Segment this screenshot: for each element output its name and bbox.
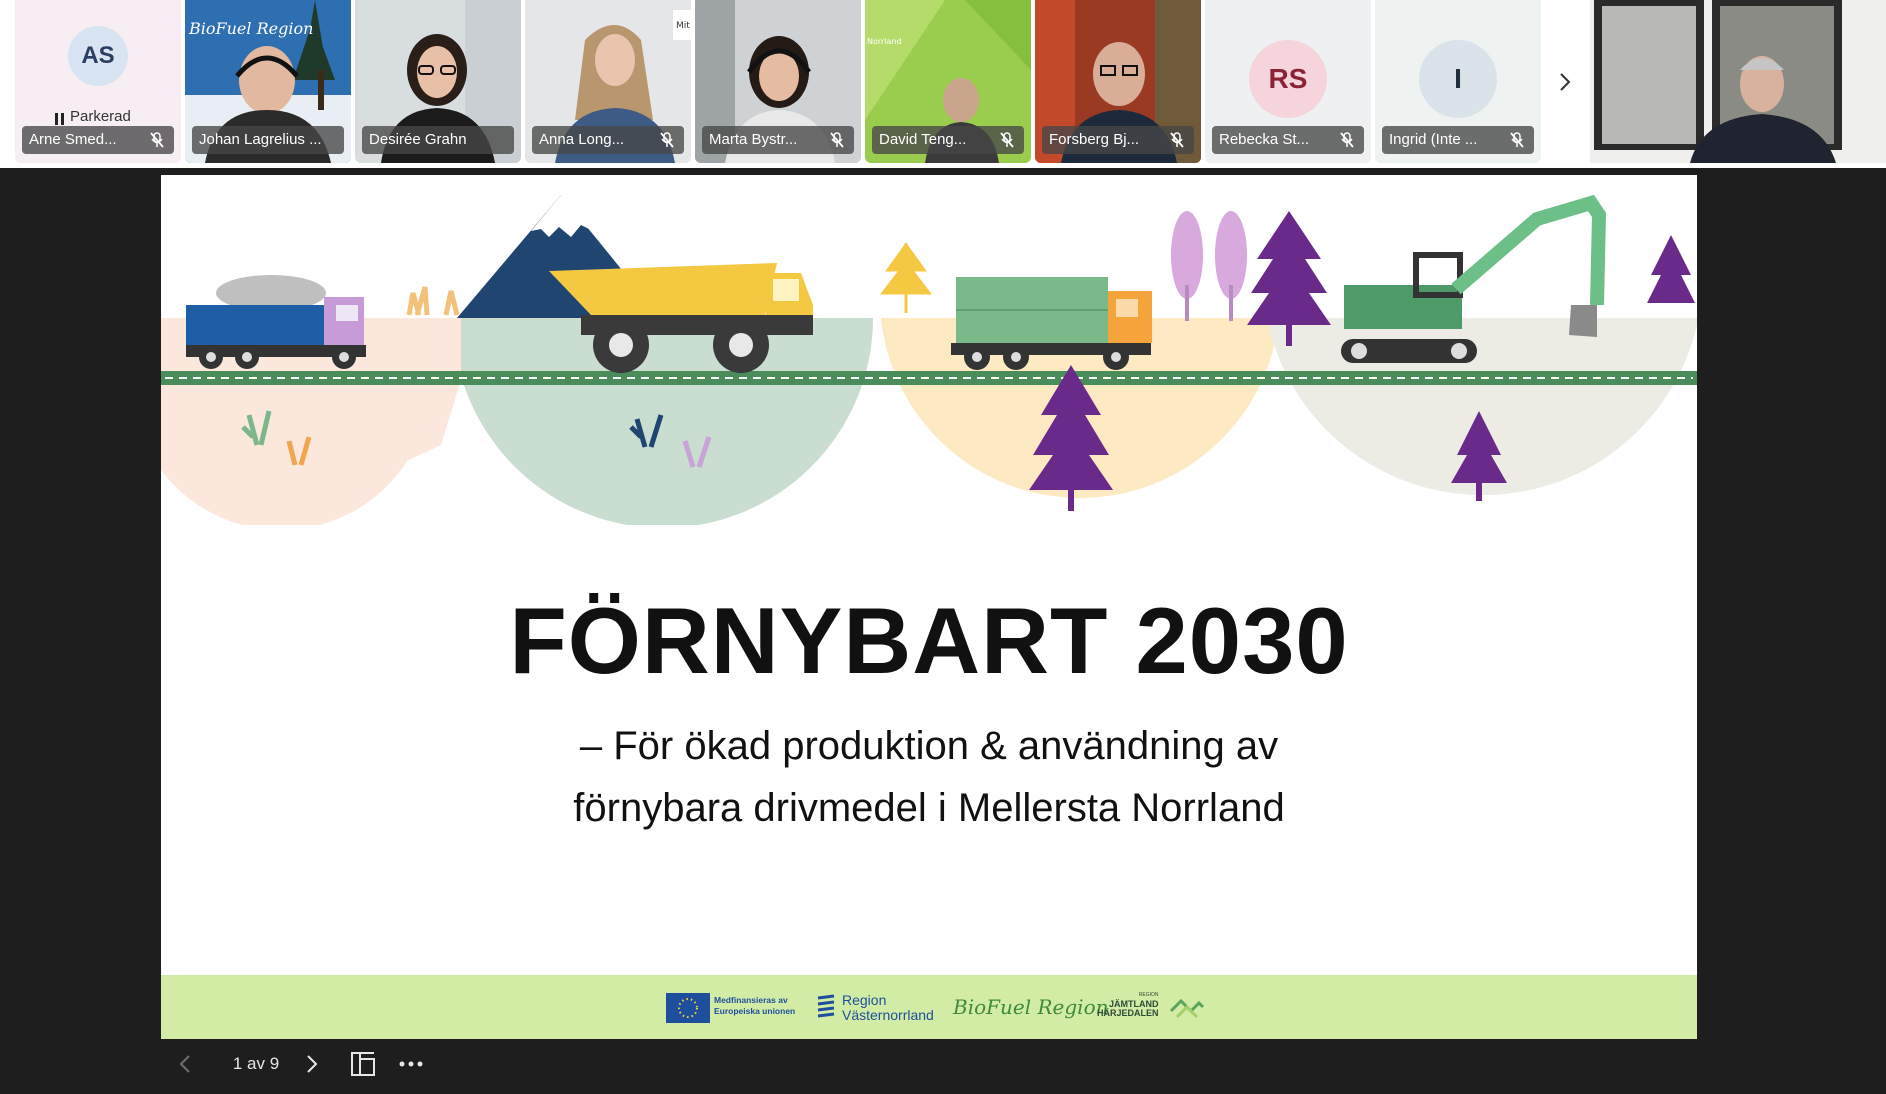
svg-text:BioFuel Region: BioFuel Region [188, 19, 313, 38]
participant-tile[interactable]: Forsberg Bj... [1035, 0, 1201, 163]
chevron-right-icon [307, 1055, 318, 1073]
mic-off-icon [1338, 131, 1356, 149]
participant-name-plate: Anna Long... [532, 126, 684, 154]
avatar-initials: I [1454, 63, 1462, 94]
self-view-tile[interactable] [1590, 0, 1886, 163]
mic-off-icon [998, 131, 1016, 149]
more-options-button[interactable] [393, 1044, 429, 1084]
slide-subtitle-line: – För ökad produktion & användning av [579, 724, 1279, 768]
slide-title: FÖRNYBART 2030 [509, 588, 1349, 693]
participant-tile[interactable]: AS Parkerad Arne Smed... [15, 0, 181, 163]
participant-name: Rebecka St... [1219, 131, 1310, 148]
eu-flag-logo [666, 993, 710, 1023]
avatar-initials: RS [1268, 63, 1308, 94]
participant-name-plate: Rebecka St... [1212, 126, 1364, 154]
parked-status: Parkerad [70, 108, 131, 125]
participant-tile[interactable]: Norrland David Teng... [865, 0, 1031, 163]
slide-subtitle: – För ökad produktion & användning av fö… [161, 715, 1697, 839]
participant-strip: AS Parkerad Arne Smed... BioFuel Region … [0, 0, 1886, 168]
presentation-slide: FÖRNYBART 2030 – För ökad produktion & a… [161, 175, 1697, 1039]
participant-tile[interactable]: Marta Bystr... [695, 0, 861, 163]
participant-name-plate: Desirée Grahn [362, 126, 514, 154]
avatar: I [1419, 40, 1497, 118]
participant-name-plate: Johan Lagrelius ... [192, 126, 344, 154]
participant-name: Marta Bystr... [709, 131, 798, 148]
participant-tile[interactable]: Mit Anna Long... [525, 0, 691, 163]
participant-name-plate: David Teng... [872, 126, 1024, 154]
participant-name: Arne Smed... [29, 131, 117, 148]
slide-subtitle-line: förnybara drivmedel i Mellersta Norrland [573, 786, 1285, 830]
participant-name-plate: Forsberg Bj... [1042, 126, 1194, 154]
region-vasternorrland-logo-text: Region Västernorrland [842, 992, 934, 1023]
participant-name: David Teng... [879, 131, 967, 148]
participant-name: Ingrid (Inte ... [1389, 131, 1478, 148]
video-feed [1590, 0, 1886, 163]
participant-tile[interactable]: I Ingrid (Inte ... [1375, 0, 1541, 163]
svg-text:Norrland: Norrland [867, 37, 902, 46]
previous-slide-button[interactable] [171, 1044, 201, 1084]
avatar-initials: AS [81, 42, 115, 69]
participant-tile[interactable]: Desirée Grahn [355, 0, 521, 163]
participant-name-plate: Ingrid (Inte ... [1382, 126, 1534, 154]
participant-name: Johan Lagrelius ... [199, 131, 322, 148]
mic-off-icon [1168, 131, 1186, 149]
avatar: AS [68, 26, 128, 86]
more-icon [399, 1061, 423, 1067]
chevron-right-icon[interactable] [1545, 62, 1585, 102]
mic-off-icon [828, 131, 846, 149]
layout-button[interactable] [345, 1044, 381, 1084]
pause-icon [55, 112, 65, 125]
eu-logo-text: Medfinansieras av Europeiska unionen [714, 995, 796, 1016]
avatar: RS [1249, 40, 1327, 118]
next-slide-button[interactable] [296, 1044, 326, 1084]
jamtland-harjedalen-logo-icon [1169, 998, 1205, 1019]
page-indicator: 1 av 9 [232, 1054, 280, 1073]
svg-text:Mit: Mit [676, 21, 690, 31]
participant-tile[interactable]: RS Rebecka St... [1205, 0, 1371, 163]
mic-off-icon [148, 131, 166, 149]
mic-off-icon [1508, 131, 1526, 149]
jamtland-harjedalen-logo: REGION JÄMTLAND HÄRJEDALEN [1097, 992, 1159, 1018]
participant-name-plate: Arne Smed... [22, 126, 174, 154]
biofuel-region-logo: BioFuel Region [953, 995, 1109, 1019]
region-vasternorrland-logo-icon [817, 994, 835, 1018]
participant-name: Desirée Grahn [369, 131, 467, 148]
participant-name: Forsberg Bj... [1049, 131, 1140, 148]
chevron-left-icon [179, 1055, 190, 1073]
slide-footer: Medfinansieras av Europeiska unionen Reg… [161, 975, 1697, 1039]
slide-illustration [161, 175, 1697, 525]
mic-off-icon [658, 131, 676, 149]
layout-icon [351, 1052, 375, 1076]
participant-tile[interactable]: BioFuel Region Johan Lagrelius ... [185, 0, 351, 163]
participant-name-plate: Marta Bystr... [702, 126, 854, 154]
participant-name: Anna Long... [539, 131, 625, 148]
